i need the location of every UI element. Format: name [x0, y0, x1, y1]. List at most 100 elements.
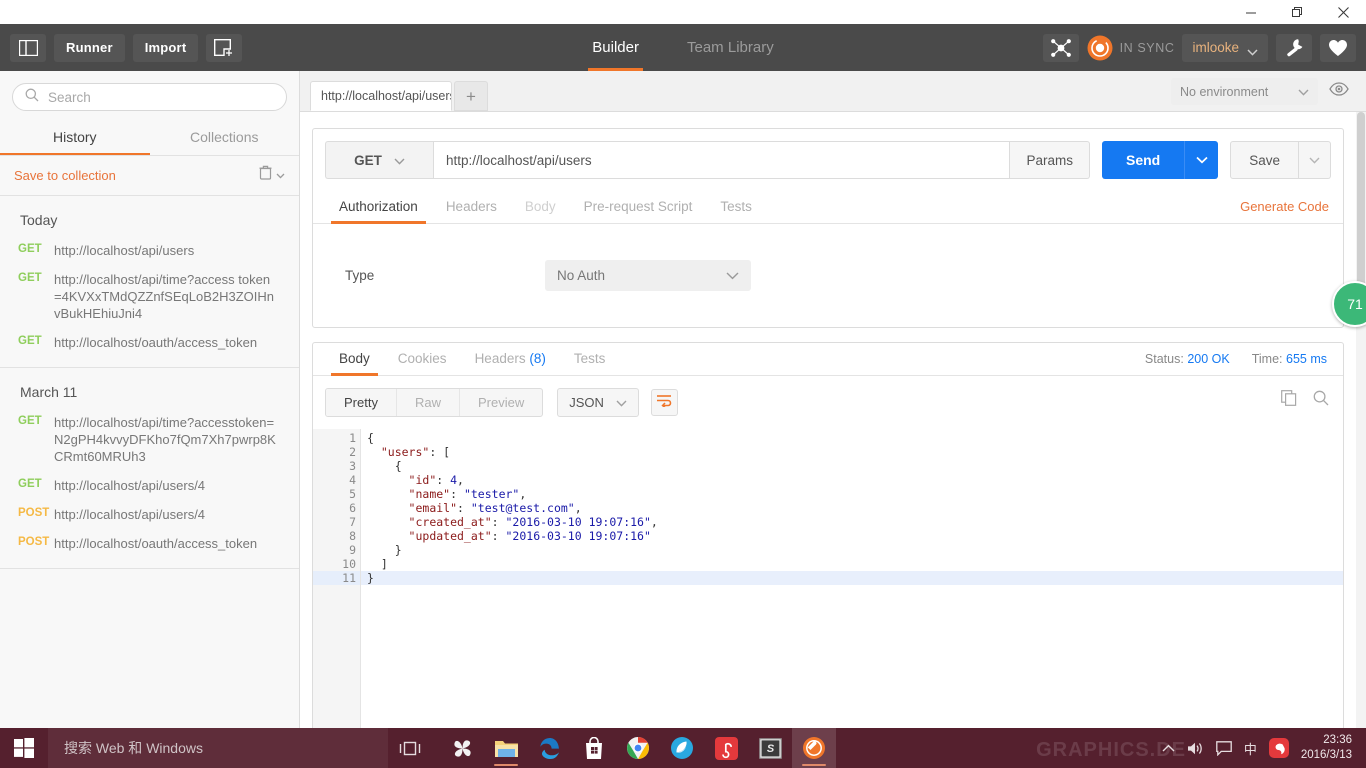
- request-tab-authorization[interactable]: Authorization: [325, 191, 432, 224]
- response-tab-cookies[interactable]: Cookies: [384, 343, 461, 375]
- wrench-icon[interactable]: [1276, 33, 1312, 62]
- nav-tab-builder[interactable]: Builder: [588, 24, 643, 71]
- history-item-method: POST: [18, 536, 50, 548]
- request-method-select[interactable]: GET: [325, 141, 433, 179]
- history-item[interactable]: GET http://localhost/api/time?access tok…: [0, 265, 299, 328]
- history-item[interactable]: GET http://localhost/api/users: [0, 236, 299, 265]
- response-view-pretty[interactable]: Pretty: [326, 389, 396, 416]
- send-button[interactable]: Send: [1101, 141, 1185, 179]
- taskbar-icon-pinwheel[interactable]: [440, 728, 484, 768]
- params-button[interactable]: Params: [1010, 141, 1090, 179]
- history-item[interactable]: GET http://localhost/api/time?accesstoke…: [0, 408, 299, 471]
- history-list[interactable]: Today GET http://localhost/api/users GET…: [0, 196, 299, 728]
- nav-tab-team-library[interactable]: Team Library: [683, 24, 778, 71]
- code-token: 4: [450, 473, 458, 487]
- notification-icon[interactable]: [1215, 740, 1232, 756]
- send-options-button[interactable]: [1184, 141, 1219, 179]
- ime-indicator[interactable]: 中: [1244, 739, 1257, 758]
- word-wrap-button[interactable]: [650, 389, 678, 416]
- taskbar-icon-file-explorer[interactable]: [484, 728, 528, 768]
- sidebar-tab-history[interactable]: History: [0, 121, 150, 156]
- taskbar-icon-edge[interactable]: [528, 728, 572, 768]
- minimize-icon[interactable]: [1228, 0, 1274, 24]
- search-box[interactable]: [12, 83, 287, 111]
- save-to-collection-row: Save to collection: [0, 156, 299, 196]
- request-tab-tests[interactable]: Tests: [706, 191, 766, 223]
- close-icon[interactable]: [1320, 0, 1366, 24]
- save-options-button[interactable]: [1299, 141, 1331, 179]
- taskbar-icon-microsoft-store[interactable]: [572, 728, 616, 768]
- sync-status[interactable]: IN SYNC: [1087, 35, 1175, 61]
- windows-start-icon[interactable]: [0, 728, 48, 768]
- history-item[interactable]: GET http://localhost/api/users/4: [0, 471, 299, 500]
- copy-icon[interactable]: [1281, 390, 1297, 411]
- svg-text:S: S: [766, 743, 774, 755]
- history-item-url: http://localhost/api/users: [54, 243, 195, 258]
- taskbar-icon-browser-blue[interactable]: [660, 728, 704, 768]
- main-panel: http://localhost/api/users + No environm…: [300, 71, 1366, 746]
- history-item-method: GET: [18, 478, 42, 490]
- runner-button[interactable]: Runner: [54, 33, 125, 62]
- generate-code-link[interactable]: Generate Code: [1240, 199, 1329, 214]
- sogou-icon[interactable]: [1268, 738, 1289, 758]
- clock-time: 23:36: [1323, 734, 1352, 746]
- request-tab-headers[interactable]: Headers: [432, 191, 511, 223]
- auth-type-select[interactable]: No Auth: [545, 260, 751, 291]
- add-request-tab-button[interactable]: +: [454, 81, 488, 111]
- response-tab-headers[interactable]: Headers (8): [461, 343, 560, 375]
- history-item[interactable]: POST http://localhost/api/users/4: [0, 500, 299, 529]
- heart-icon[interactable]: [1320, 33, 1356, 62]
- history-group-title: March 11: [20, 384, 78, 400]
- response-body-viewer[interactable]: 1 2 3 4 5 6 7 8 9 10 11 { "users": [ { "id": 4, "n…: [313, 429, 1343, 745]
- taskbar-icon-chrome[interactable]: [616, 728, 660, 768]
- request-tab[interactable]: http://localhost/api/users: [310, 81, 452, 111]
- taskbar-icon-netease-music[interactable]: [704, 728, 748, 768]
- volume-icon[interactable]: [1187, 741, 1204, 756]
- word-wrap-icon: [656, 394, 672, 412]
- history-item[interactable]: POST http://localhost/oauth/access_token: [0, 529, 299, 558]
- response-tab-tests[interactable]: Tests: [560, 343, 620, 375]
- code-content[interactable]: { "users": [ { "id": 4, "name": "tester"…: [361, 429, 1343, 745]
- interceptor-icon[interactable]: [1042, 33, 1079, 62]
- clear-history-control[interactable]: [259, 165, 285, 185]
- code-line: "id": 4,: [361, 473, 1343, 487]
- environment-quick-look-button[interactable]: [1326, 79, 1352, 105]
- task-view-icon[interactable]: [388, 728, 432, 768]
- save-request-button[interactable]: Save: [1230, 141, 1299, 179]
- code-token: ,: [574, 501, 582, 515]
- sidebar-tab-history-label: History: [52, 129, 97, 145]
- code-line-number: 9: [349, 543, 356, 557]
- new-window-icon[interactable]: [206, 33, 243, 62]
- history-item[interactable]: GET http://localhost/oauth/access_token: [0, 328, 299, 357]
- sidebar-tab-collections[interactable]: Collections: [150, 121, 300, 156]
- code-line-number: 8: [349, 529, 356, 543]
- search-input[interactable]: [48, 89, 274, 105]
- search-icon[interactable]: [1313, 390, 1329, 411]
- taskbar-icon-sublime-text[interactable]: S: [748, 728, 792, 768]
- response-view-preview[interactable]: Preview: [458, 389, 542, 416]
- taskbar-app-icons: S: [440, 728, 836, 768]
- code-token: "name": [408, 487, 451, 501]
- code-line-number: 1: [313, 431, 369, 445]
- taskbar-icon-postman[interactable]: [792, 728, 836, 768]
- environment-select[interactable]: No environment: [1171, 78, 1318, 105]
- taskbar-search-input[interactable]: 搜索 Web 和 Windows: [48, 728, 388, 768]
- response-view-raw[interactable]: Raw: [395, 389, 459, 416]
- sidebar-toggle-icon[interactable]: [10, 33, 46, 62]
- save-to-collection-link[interactable]: Save to collection: [14, 168, 116, 183]
- response-tab-body[interactable]: Body: [325, 343, 384, 376]
- user-menu-button[interactable]: imlooke: [1182, 33, 1268, 62]
- taskbar-clock[interactable]: 23:36 2016/3/13: [1301, 733, 1356, 763]
- app-header: Runner Import Builder Team Library IN SY…: [0, 24, 1366, 71]
- main-scrollbar[interactable]: [1356, 112, 1366, 728]
- import-button[interactable]: Import: [132, 33, 199, 62]
- maximize-icon[interactable]: [1274, 0, 1320, 24]
- request-url-input[interactable]: [433, 141, 1011, 179]
- request-tab-body[interactable]: Body: [511, 191, 570, 223]
- code-token: "email": [408, 501, 458, 515]
- response-format-select[interactable]: JSON: [557, 388, 639, 417]
- request-tab-pre-request-script[interactable]: Pre-request Script: [570, 191, 707, 223]
- request-section-tabs: Authorization Headers Body Pre-request S…: [313, 191, 1343, 224]
- code-line: }: [361, 543, 1343, 557]
